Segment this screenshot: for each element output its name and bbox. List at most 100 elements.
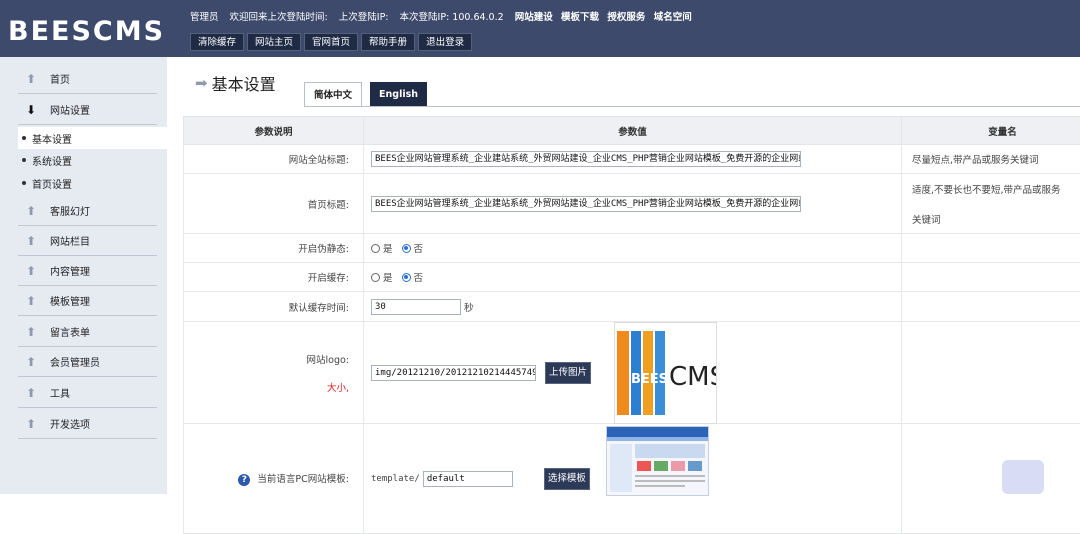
brand-logo: BEESCMS [8, 16, 165, 47]
sidebar-item-members[interactable]: ⬆ 会员管理员 [18, 347, 157, 377]
sidebar-subitem-system-settings[interactable]: 系统设置 [18, 149, 167, 171]
column-header: 参数值 [364, 117, 902, 145]
table-row: 网站全站标题: BEES企业网站管理系统_企业建站系统_外贸网站建设_企业CMS… [184, 145, 1080, 174]
site-title-note: 尽量短点,带产品或服务关键词 [902, 145, 1080, 174]
site-home-button[interactable]: 网站主页 [247, 33, 301, 51]
settings-table: 参数说明 参数值 变量名 网站全站标题: BEES企业网站管理系统_企业建站系统… [183, 116, 1080, 534]
bullet-icon [22, 158, 26, 162]
page-title: ➡ 基本设置 [195, 71, 276, 95]
empty-cell [902, 263, 1080, 292]
radio-label: 否 [414, 273, 424, 284]
template-label-cell: ? 当前语言PC网站模板: [184, 424, 364, 534]
official-site-button[interactable]: 官网首页 [304, 33, 358, 51]
login-info: 管理员 欢迎回来上次登陆时间: 上次登陆IP: 本次登陆IP: 100.64.0… [190, 9, 697, 23]
sidebar-subitem-home-settings[interactable]: 首页设置 [18, 172, 167, 194]
cache-time-input[interactable]: 30 [371, 299, 461, 315]
home-title-label: 首页标题: [184, 174, 364, 234]
sidebar-item-label: 工具 [50, 385, 70, 400]
clear-cache-button[interactable]: 清除缓存 [190, 33, 244, 51]
table-row: 默认缓存时间: 30 秒 [184, 292, 1080, 322]
arrow-up-icon: ⬆ [18, 234, 44, 248]
help-manual-button[interactable]: 帮助手册 [361, 33, 415, 51]
pseudo-static-label: 开启伪静态: [184, 234, 364, 263]
link-template-download[interactable]: 模板下载 [561, 12, 599, 23]
empty-cell [902, 292, 1080, 322]
logo-label-cell: 网站logo: 大小, [184, 322, 364, 424]
sidebar-item-guestbook[interactable]: ⬆ 留言表单 [18, 317, 157, 347]
template-prefix: template/ [371, 474, 420, 484]
radio-label: 是 [383, 244, 393, 255]
logo-text-right: CMS [669, 362, 716, 392]
pseudo-static-yes-radio[interactable] [371, 244, 380, 253]
upload-image-button[interactable]: 上传图片 [545, 362, 591, 384]
arrow-up-icon: ⬆ [18, 72, 44, 86]
sidebar-item-home[interactable]: ⬆ 首页 [18, 64, 157, 94]
empty-cell [902, 234, 1080, 263]
pseudo-static-no-radio[interactable] [402, 244, 411, 253]
empty-cell [902, 424, 1080, 534]
home-title-input[interactable]: BEES企业网站管理系统_企业建站系统_外贸网站建设_企业CMS_PHP营销企业… [371, 196, 801, 212]
cache-time-label: 默认缓存时间: [184, 292, 364, 322]
logo-label: 网站logo: [185, 352, 349, 366]
template-cell: template/ default 选择模板 [364, 424, 902, 534]
floating-assistant-icon[interactable] [1002, 460, 1044, 494]
pseudo-static-radio-group: 是 否 [364, 234, 902, 263]
arrow-down-icon: ⬇ [18, 103, 44, 117]
arrow-up-icon: ⬆ [18, 294, 44, 308]
sidebar-item-site-settings[interactable]: ⬇ 网站设置 [18, 95, 157, 125]
arrow-up-icon: ⬆ [18, 264, 44, 278]
link-license[interactable]: 授权服务 [607, 12, 645, 23]
link-domain-hosting[interactable]: 域名空间 [654, 12, 692, 23]
page-title-text: 基本设置 [212, 71, 276, 95]
site-logo-image: BEES CMS [614, 322, 717, 424]
site-title-input[interactable]: BEES企业网站管理系统_企业建站系统_外贸网站建设_企业CMS_PHP营销企业… [371, 151, 801, 167]
cache-label: 开启缓存: [184, 263, 364, 292]
home-title-cell: BEES企业网站管理系统_企业建站系统_外贸网站建设_企业CMS_PHP营销企业… [364, 174, 902, 234]
sidebar-subitem-label: 基本设置 [32, 131, 72, 146]
arrow-up-icon: ⬆ [18, 325, 44, 339]
logo-text-left: BEES [631, 372, 668, 387]
table-row: 开启缓存: 是 否 [184, 263, 1080, 292]
template-input[interactable]: default [423, 471, 513, 487]
logo-cell: img/20121210/20121210214445749001.png 上传… [364, 322, 902, 424]
sidebar-item-label: 开发选项 [50, 416, 90, 431]
help-icon[interactable]: ? [238, 474, 250, 486]
arrow-up-icon: ⬆ [18, 386, 44, 400]
tab-simplified-chinese[interactable]: 简体中文 [304, 82, 362, 107]
home-title-note-line: 关键词 [912, 212, 1080, 226]
sidebar-item-label: 留言表单 [50, 324, 90, 339]
sidebar-subitem-label: 首页设置 [32, 176, 72, 191]
cache-yes-radio[interactable] [371, 273, 380, 282]
sidebar-item-label: 首页 [50, 71, 70, 86]
link-site-build[interactable]: 网站建设 [515, 12, 553, 23]
last-ip-label: 上次登陆IP: [339, 12, 389, 23]
logo-path-input[interactable]: img/20121210/20121210214445749001.png [371, 365, 536, 381]
empty-cell [902, 322, 1080, 424]
table-row: 开启伪静态: 是 否 [184, 234, 1080, 263]
logout-button[interactable]: 退出登录 [418, 33, 472, 51]
arrow-right-icon: ➡ [195, 74, 208, 92]
sidebar-item-templates[interactable]: ⬆ 模板管理 [18, 286, 157, 316]
site-title-cell: BEES企业网站管理系统_企业建站系统_外贸网站建设_企业CMS_PHP营销企业… [364, 145, 902, 174]
sidebar-item-site-columns[interactable]: ⬆ 网站栏目 [18, 226, 157, 256]
tab-divider [304, 106, 1080, 107]
sidebar-item-content[interactable]: ⬆ 内容管理 [18, 256, 157, 286]
radio-label: 是 [383, 273, 393, 284]
arrow-up-icon: ⬆ [18, 355, 44, 369]
sidebar-subitem-basic-settings[interactable]: 基本设置 [18, 127, 167, 149]
sidebar-item-label: 客服幻灯 [50, 203, 90, 218]
sidebar-item-tools[interactable]: ⬆ 工具 [18, 378, 157, 408]
sidebar-item-service-slides[interactable]: ⬆ 客服幻灯 [18, 196, 157, 226]
site-title-label: 网站全站标题: [184, 145, 364, 174]
select-template-button[interactable]: 选择模板 [544, 468, 590, 490]
bullet-icon [22, 136, 26, 140]
header-buttons: 清除缓存 网站主页 官网首页 帮助手册 退出登录 [190, 33, 475, 51]
template-preview-image [606, 426, 709, 496]
sidebar-item-dev-options[interactable]: ⬆ 开发选项 [18, 409, 157, 439]
tab-english[interactable]: English [370, 82, 427, 107]
arrow-up-icon: ⬆ [18, 417, 44, 431]
cache-no-radio[interactable] [402, 273, 411, 282]
table-header-row: 参数说明 参数值 变量名 [184, 117, 1080, 145]
language-tabs: 简体中文 English [304, 82, 435, 107]
table-row: ? 当前语言PC网站模板: template/ default 选择模板 [184, 424, 1080, 534]
